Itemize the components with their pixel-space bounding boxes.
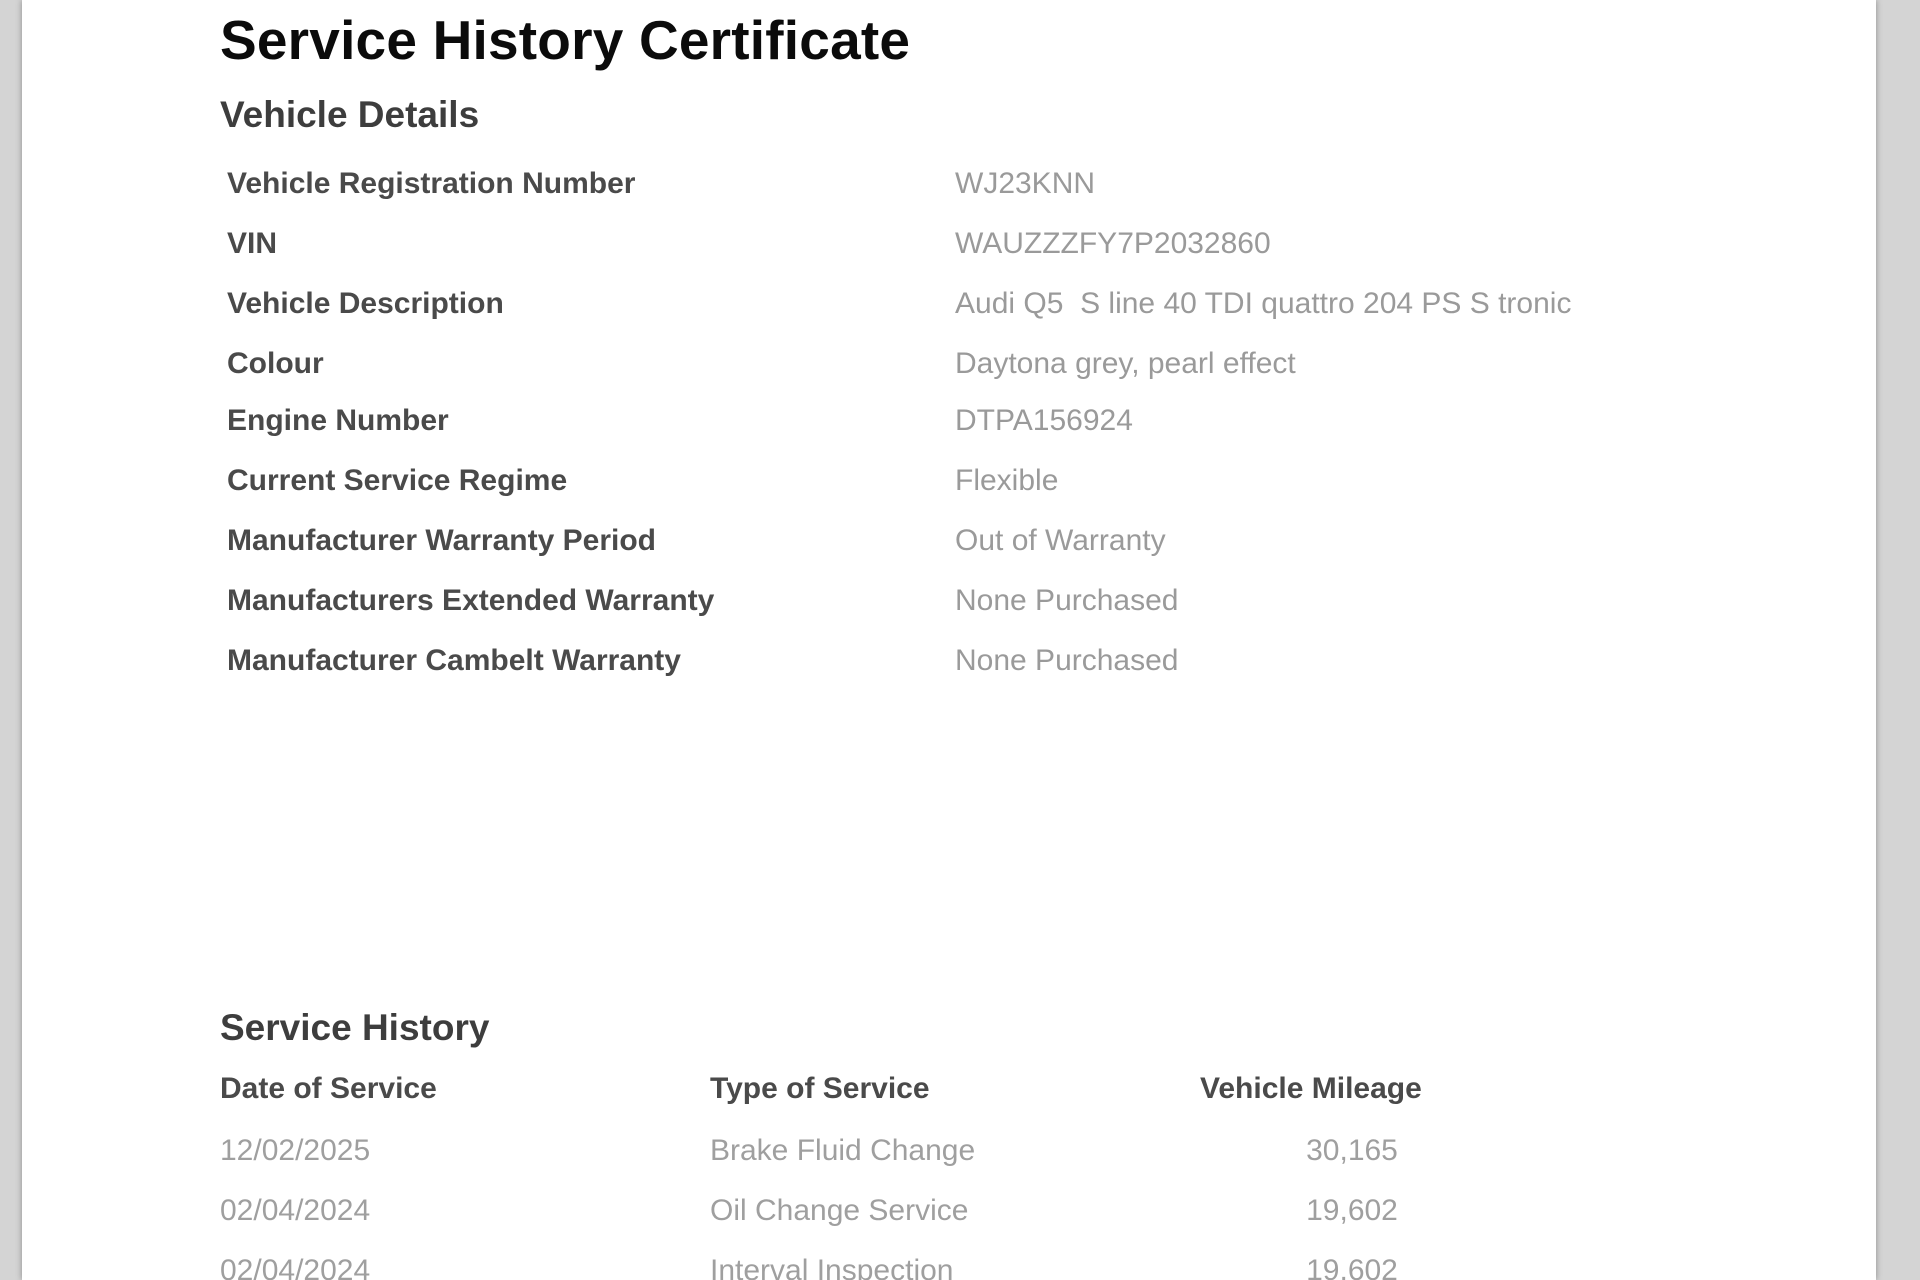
detail-label: Vehicle Description — [227, 287, 504, 320]
detail-row-extended-warranty: Manufacturers Extended Warranty None Pur… — [22, 584, 1822, 624]
table-row: 12/02/2025 Brake Fluid Change 30,165 — [22, 1134, 1822, 1174]
detail-label: Manufacturers Extended Warranty — [227, 584, 715, 617]
service-date: 02/04/2024 — [220, 1194, 371, 1227]
detail-value: Daytona grey, pearl effect — [955, 347, 1296, 380]
column-header-type: Type of Service — [710, 1072, 930, 1105]
detail-row-warranty-period: Manufacturer Warranty Period Out of Warr… — [22, 524, 1822, 564]
detail-label: Colour — [227, 347, 324, 380]
detail-value: Out of Warranty — [955, 524, 1166, 557]
detail-label: VIN — [227, 227, 278, 260]
service-type: Brake Fluid Change — [710, 1134, 976, 1167]
column-header-mileage: Vehicle Mileage — [1200, 1072, 1422, 1105]
detail-label: Manufacturer Cambelt Warranty — [227, 644, 681, 677]
detail-value: Audi Q5 S line 40 TDI quattro 204 PS S t… — [955, 287, 1572, 320]
column-header-date: Date of Service — [220, 1072, 437, 1105]
document-viewer[interactable]: Service History Certificate Vehicle Deta… — [0, 0, 1920, 1280]
service-type: Oil Change Service — [710, 1194, 969, 1227]
detail-value: None Purchased — [955, 644, 1179, 677]
detail-row-colour: Colour Daytona grey, pearl effect — [22, 347, 1822, 387]
detail-value: WJ23KNN — [955, 167, 1096, 200]
detail-label: Engine Number — [227, 404, 449, 437]
detail-row-registration: Vehicle Registration Number WJ23KNN — [22, 167, 1822, 207]
detail-label: Current Service Regime — [227, 464, 568, 497]
service-history-heading: Service History — [220, 1007, 490, 1048]
certificate-title: Service History Certificate — [220, 9, 911, 71]
service-type: Interval Inspection — [710, 1254, 954, 1280]
detail-row-engine-number: Engine Number DTPA156924 — [22, 404, 1822, 444]
certificate-page: Service History Certificate Vehicle Deta… — [22, 0, 1876, 1280]
detail-row-cambelt-warranty: Manufacturer Cambelt Warranty None Purch… — [22, 644, 1822, 684]
service-mileage: 30,165 — [1306, 1134, 1398, 1167]
table-row: 02/04/2024 Oil Change Service 19,602 — [22, 1194, 1822, 1234]
detail-row-service-regime: Current Service Regime Flexible — [22, 464, 1822, 504]
table-row: 02/04/2024 Interval Inspection 19,602 — [22, 1254, 1822, 1280]
detail-label: Vehicle Registration Number — [227, 167, 636, 200]
service-mileage: 19,602 — [1306, 1194, 1398, 1227]
detail-value: DTPA156924 — [955, 404, 1133, 437]
detail-value: Flexible — [955, 464, 1059, 497]
detail-row-description: Vehicle Description Audi Q5 S line 40 TD… — [22, 287, 1822, 327]
detail-label: Manufacturer Warranty Period — [227, 524, 656, 557]
service-mileage: 19,602 — [1306, 1254, 1398, 1280]
detail-row-vin: VIN WAUZZZFY7P2032860 — [22, 227, 1822, 267]
detail-value: WAUZZZFY7P2032860 — [955, 227, 1271, 260]
service-date: 02/04/2024 — [220, 1254, 371, 1280]
detail-value: None Purchased — [955, 584, 1179, 617]
vehicle-details-heading: Vehicle Details — [220, 94, 480, 135]
service-date: 12/02/2025 — [220, 1134, 371, 1167]
